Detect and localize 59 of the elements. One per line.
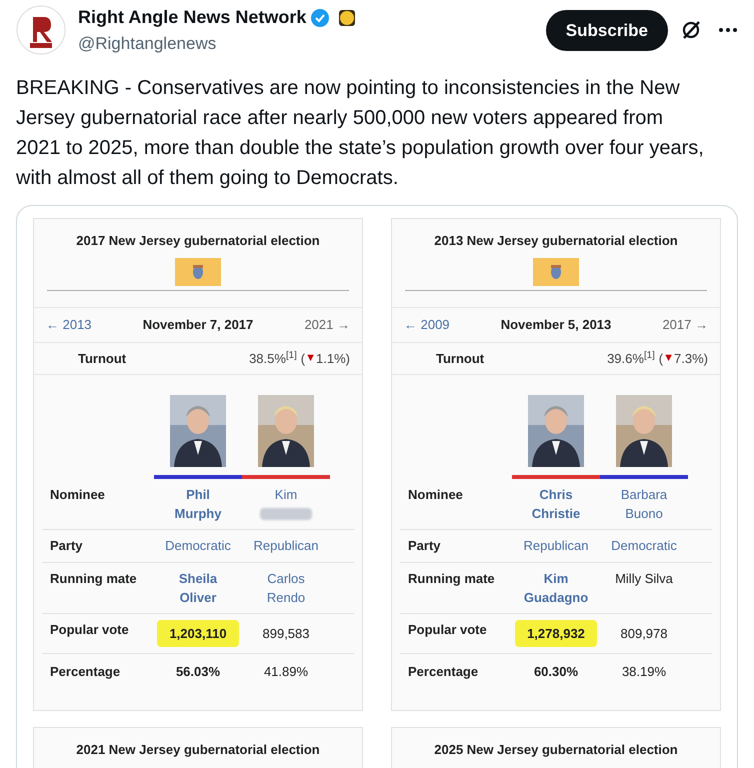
highlighted-vote-count: 1,203,110 bbox=[157, 620, 239, 647]
percentage: 56.03% bbox=[176, 663, 220, 681]
next-election-link[interactable]: 2017 → bbox=[662, 315, 708, 334]
party-link[interactable]: Republican bbox=[253, 536, 319, 556]
turnout-label: Turnout bbox=[77, 350, 128, 368]
turnout-change: 1.1%) bbox=[316, 350, 350, 368]
row-label: Nominee bbox=[407, 486, 464, 504]
previous-election-link[interactable]: ← 2009 bbox=[404, 315, 450, 334]
row-label: Popular vote bbox=[407, 620, 488, 639]
row-label: Party bbox=[407, 537, 442, 555]
flag-icon bbox=[175, 258, 221, 286]
infobox-title: 2017 New Jersey gubernatorial election bbox=[76, 232, 320, 250]
flag-icon bbox=[533, 258, 579, 286]
nominee-link[interactable]: Kim bbox=[256, 485, 316, 504]
row-label: Running mate bbox=[407, 570, 496, 588]
turnout-paren: ( bbox=[658, 350, 664, 368]
row-label: Percentage bbox=[49, 663, 122, 681]
turnout-value: 38.5%$^{[1]}$ bbox=[249, 348, 297, 368]
party-link[interactable]: Republican bbox=[523, 536, 589, 556]
nominee-link[interactable]: Barbara Buono bbox=[614, 485, 674, 523]
vote-count: 809,978 bbox=[620, 624, 668, 642]
election-date: November 5, 2013 bbox=[500, 316, 612, 334]
row-label: Party bbox=[49, 537, 84, 555]
tweet-text: BREAKING - Conservatives are now pointing to inconsistencies in the New Jersey gubernatorial race after nearly 500,000 new voters appeared from 2021 to 2025, more than double the state’s population growth over four years, with almost all of them going to Democrats. bbox=[15, 76, 705, 190]
account-name[interactable]: Right Angle News Network bbox=[78, 4, 306, 31]
running-mate-link[interactable]: Sheila Oliver bbox=[163, 568, 233, 606]
running-mate-link[interactable]: Carlos Rendo bbox=[251, 568, 321, 606]
infobox-title: 2021 New Jersey gubernatorial election bbox=[76, 742, 320, 756]
turnout-label: Turnout bbox=[435, 350, 486, 368]
party-link[interactable]: Democratic bbox=[165, 536, 231, 556]
vote-count: 899,583 bbox=[262, 624, 310, 642]
row-label: Nominee bbox=[49, 486, 106, 504]
emoji-badge-icon bbox=[338, 8, 356, 26]
turnout-paren: ( bbox=[300, 350, 306, 368]
avatar-logo-icon bbox=[16, 5, 66, 56]
percentage: 60.30% bbox=[534, 663, 578, 681]
account-handle[interactable]: @Rightanglenews bbox=[78, 31, 356, 56]
trend-arrow: ▼ bbox=[663, 351, 674, 366]
running-mate-link[interactable]: Kim Guadagno bbox=[521, 568, 591, 606]
infobox-title: 2013 New Jersey gubernatorial election bbox=[434, 232, 678, 250]
percentage: 41.89% bbox=[264, 663, 308, 681]
row-label: Popular vote bbox=[49, 620, 130, 639]
more-options-icon[interactable] bbox=[718, 27, 738, 34]
nominee-link[interactable]: Phil Murphy bbox=[168, 485, 228, 523]
turnout-value: 39.6%$^{[1]}$ bbox=[607, 348, 655, 368]
next-election-link[interactable]: 2021 → bbox=[304, 315, 350, 334]
party-link[interactable]: Democratic bbox=[611, 536, 677, 556]
turnout-change: 7.3%) bbox=[674, 350, 708, 368]
row-label: Percentage bbox=[407, 663, 480, 681]
running-mate: Milly Silva bbox=[615, 570, 673, 588]
highlighted-vote-count: 1,278,932 bbox=[515, 620, 597, 647]
row-label: Running mate bbox=[49, 570, 138, 588]
subscribe-button[interactable]: Subscribe bbox=[546, 10, 668, 51]
nominee-link[interactable]: Chris Christie bbox=[526, 485, 586, 523]
trend-arrow: ▼ bbox=[305, 351, 316, 366]
percentage: 38.19% bbox=[622, 663, 666, 681]
previous-election-link[interactable]: ← 2013 bbox=[46, 315, 92, 334]
election-date: November 7, 2017 bbox=[142, 316, 254, 334]
infobox-title: 2025 New Jersey gubernatorial election bbox=[434, 742, 678, 756]
